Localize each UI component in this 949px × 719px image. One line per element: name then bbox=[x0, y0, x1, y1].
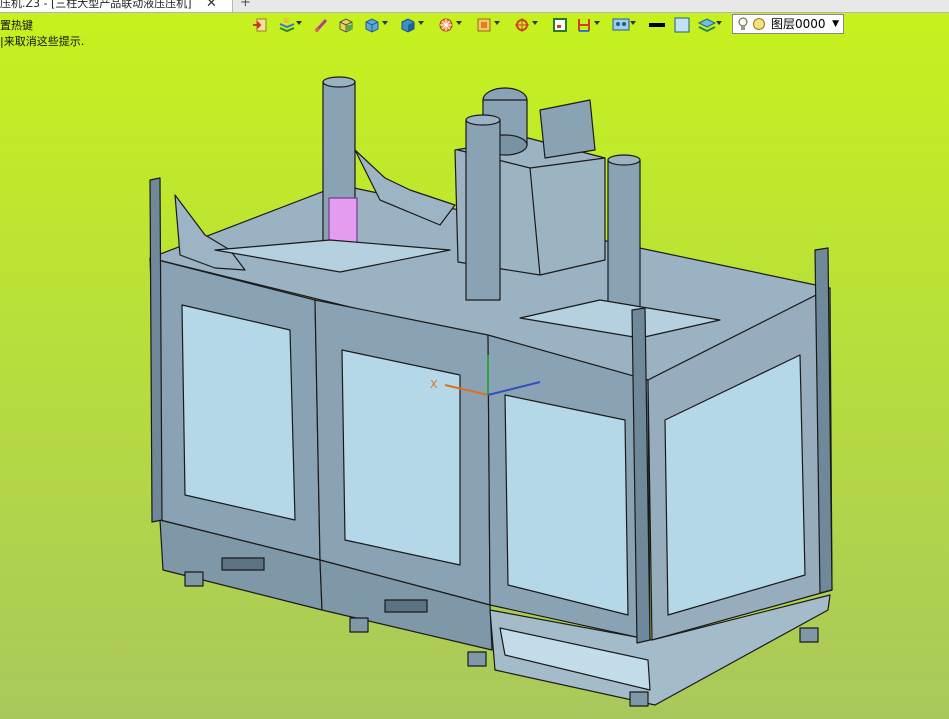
layer-select[interactable]: 图层0000 ▼ bbox=[732, 14, 844, 34]
press-model bbox=[149, 76, 833, 707]
dimension-button[interactable] bbox=[574, 14, 604, 36]
display-mode-button[interactable] bbox=[610, 14, 640, 36]
chevron-down-icon bbox=[494, 21, 500, 25]
chevron-down-icon bbox=[418, 21, 424, 25]
box-blue-button[interactable] bbox=[362, 14, 392, 36]
target-button[interactable] bbox=[512, 14, 542, 36]
orange-frame-button[interactable] bbox=[474, 14, 504, 36]
layer-stack-icon bbox=[698, 18, 716, 33]
box-yellow-icon bbox=[339, 18, 353, 33]
chevron-down-icon bbox=[594, 21, 600, 25]
wheel-button[interactable] bbox=[436, 14, 466, 36]
dimension-icon bbox=[578, 19, 590, 32]
close-tab-button[interactable]: ✕ bbox=[206, 0, 217, 12]
lightbulb-icon bbox=[738, 17, 748, 30]
chevron-down-icon bbox=[630, 21, 636, 25]
chevron-down-icon bbox=[716, 21, 722, 25]
layer-tools-icon bbox=[279, 18, 295, 33]
line-color-icon bbox=[649, 23, 665, 27]
import-icon bbox=[253, 18, 267, 32]
target-icon bbox=[515, 18, 529, 32]
orange-frame-icon bbox=[477, 18, 491, 32]
chevron-down-icon bbox=[382, 21, 388, 25]
new-tab-button[interactable]: + bbox=[240, 0, 251, 11]
layer-tools-button[interactable] bbox=[276, 14, 306, 36]
chevron-down-icon bbox=[456, 21, 462, 25]
box-blue-icon bbox=[365, 18, 379, 33]
layer-stack-button[interactable] bbox=[696, 14, 726, 36]
chevron-down-icon bbox=[532, 21, 538, 25]
document-tab-title: 压机.Z3 - [三柱大型产品联动液压压机] bbox=[0, 0, 192, 10]
wheel-icon bbox=[439, 18, 453, 32]
svg-text:X: X bbox=[430, 378, 438, 391]
hint-line-1: 置热键 bbox=[0, 19, 33, 32]
view-toolbar: 图层0000 ▼ bbox=[250, 14, 850, 36]
chevron-down-icon: ▼ bbox=[832, 19, 839, 29]
shaded-box-button[interactable] bbox=[398, 14, 428, 36]
layer-color-icon bbox=[753, 18, 765, 30]
tab-bar: 压机.Z3 - [三柱大型产品联动液压压机] ✕ + bbox=[0, 0, 949, 13]
brush-icon bbox=[315, 18, 328, 32]
view-square-icon bbox=[553, 18, 567, 32]
model-viewport[interactable]: X bbox=[0, 40, 949, 719]
fill-color-icon bbox=[674, 17, 690, 33]
shaded-box-icon bbox=[401, 18, 415, 33]
document-tab[interactable]: 压机.Z3 - [三柱大型产品联动液压压机] bbox=[0, 0, 233, 12]
layer-name: 图层0000 bbox=[771, 17, 826, 31]
chevron-down-icon bbox=[296, 21, 302, 25]
display-mode-icon bbox=[612, 18, 630, 31]
